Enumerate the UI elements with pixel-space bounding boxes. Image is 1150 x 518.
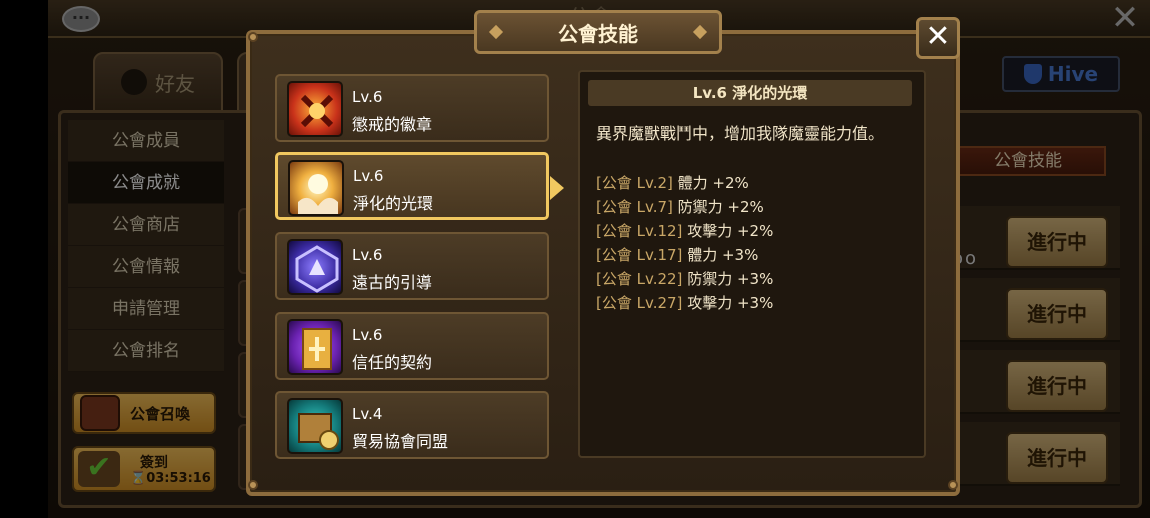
trade-crate-icon [287, 398, 343, 454]
skill-name: 信任的契約 [352, 353, 433, 372]
frame-rivet [248, 32, 258, 42]
skill-level: Lv.6 [352, 88, 383, 106]
skill-name: 貿易協會同盟 [352, 432, 449, 451]
skill-item-ancient-guidance[interactable]: Lv.6 遠古的引導 [275, 232, 549, 300]
glowing-hands-icon [288, 160, 344, 216]
bonus-effect: 防禦力 +3% [687, 270, 774, 288]
bonus-line: [公會 Lv.22] 防禦力 +3% [596, 268, 773, 289]
rune-emblem-icon [287, 239, 343, 295]
bonus-line: [公會 Lv.12] 攻擊力 +2% [596, 220, 773, 241]
skill-level: Lv.6 [353, 167, 384, 185]
diamond-ornament-icon [488, 24, 504, 40]
bonus-line: [公會 Lv.17] 體力 +3% [596, 244, 758, 265]
bonus-line: [公會 Lv.2] 體力 +2% [596, 172, 749, 193]
crossed-axes-icon [287, 81, 343, 137]
bonus-requirement: [公會 Lv.22] [596, 270, 683, 288]
selection-arrow-icon [550, 176, 564, 200]
dialog-title-plate: 公會技能 [474, 10, 722, 54]
bonus-requirement: [公會 Lv.2] [596, 174, 673, 192]
skill-name: 懲戒的徽章 [352, 115, 433, 134]
skill-level: Lv.6 [352, 326, 383, 344]
contract-scroll-icon [287, 319, 343, 375]
bonus-requirement: [公會 Lv.17] [596, 246, 683, 264]
bonus-line: [公會 Lv.7] 防禦力 +2% [596, 196, 764, 217]
skill-item-purifying-aura[interactable]: Lv.6 淨化的光環 [275, 152, 549, 220]
bonus-requirement: [公會 Lv.7] [596, 198, 673, 216]
bonus-line: [公會 Lv.27] 攻擊力 +3% [596, 292, 773, 313]
frame-rivet [948, 480, 958, 490]
bonus-effect: 攻擊力 +3% [687, 294, 774, 312]
diamond-ornament-icon [692, 24, 708, 40]
skill-detail-title: Lv.6 淨化的光環 [588, 80, 912, 106]
bonus-effect: 防禦力 +2% [677, 198, 764, 216]
skill-detail-description: 異界魔獸戰鬥中，增加我隊魔靈能力值。 [596, 124, 885, 143]
bonus-effect: 體力 +3% [687, 246, 759, 264]
dialog-close-button[interactable]: ✕ [916, 17, 960, 59]
skill-level: Lv.4 [352, 405, 383, 423]
dialog-title: 公會技能 [558, 21, 638, 46]
bonus-requirement: [公會 Lv.27] [596, 294, 683, 312]
skill-item-trade-alliance[interactable]: Lv.4 貿易協會同盟 [275, 391, 549, 459]
skill-item-trust-contract[interactable]: Lv.6 信任的契約 [275, 312, 549, 380]
skill-level: Lv.6 [352, 246, 383, 264]
skill-name: 淨化的光環 [353, 194, 434, 213]
bonus-effect: 體力 +2% [677, 174, 749, 192]
skill-name: 遠古的引導 [352, 273, 433, 292]
bonus-effect: 攻擊力 +2% [687, 222, 774, 240]
frame-rivet [248, 480, 258, 490]
skill-item-punishment-badge[interactable]: Lv.6 懲戒的徽章 [275, 74, 549, 142]
bonus-requirement: [公會 Lv.12] [596, 222, 683, 240]
